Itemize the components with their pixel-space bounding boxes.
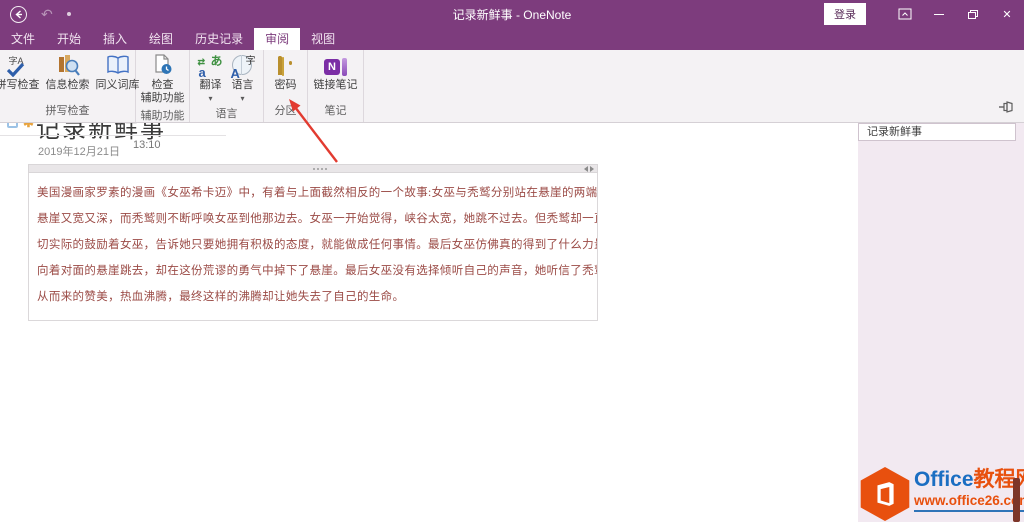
language-button[interactable]: A 字 语言 ▾ <box>227 54 259 104</box>
group-label-spelling: 拼写检查 <box>45 105 90 117</box>
tab-home[interactable]: 开始 <box>46 28 92 50</box>
ribbon-tabs: 文件 开始 插入 绘图 历史记录 审阅 视图 <box>0 28 1024 50</box>
translate-icon: ⇄ あ a <box>197 54 223 80</box>
page-date: 2019年12月21日 <box>38 146 120 158</box>
tab-draw[interactable]: 绘图 <box>138 28 184 50</box>
tab-history[interactable]: 历史记录 <box>184 28 254 50</box>
password-lock-icon <box>277 56 294 76</box>
signin-button[interactable]: 登录 <box>824 3 866 25</box>
page-list-panel: 记录新鲜事 <box>858 123 1024 522</box>
accessibility-checker-icon <box>153 53 173 81</box>
page-canvas[interactable]: ✱ 记录新鲜事 2019年12月21日 13:10 美国漫画家罗素的漫画《女巫希… <box>0 123 858 522</box>
check-accessibility-label-2: 辅助功能 <box>140 92 185 104</box>
onenote-window: ↶ 记录新鲜事 - OneNote 登录 ✕ 文件 开始 插入 绘图 历史记录 … <box>0 0 1024 522</box>
linked-notes-button[interactable]: N 链接笔记 <box>311 54 361 93</box>
note-text-line: 美国漫画家罗素的漫画《女巫希卡迈》中，有着与上面截然相反的一个故事:女巫与秃鹫分… <box>37 187 598 199</box>
watermark: Office教程网 www.office26.com <box>856 466 1024 522</box>
office-tutorial-logo-icon <box>860 467 910 521</box>
note-text-line: 向着对面的悬崖跳去，却在这份荒谬的勇气中掉下了悬崖。最后女巫没有选择倾听自己的声… <box>37 265 598 277</box>
password-button[interactable]: 密码 <box>272 54 300 93</box>
note-body[interactable]: 美国漫画家罗素的漫画《女巫希卡迈》中，有着与上面截然相反的一个故事:女巫与秃鹫分… <box>28 173 598 321</box>
clipped-tag-icon: ✱ <box>23 123 34 131</box>
ribbon-group-section: 密码 分区 <box>264 50 308 122</box>
minimize-button[interactable] <box>922 0 956 28</box>
onenote-logo-icon: N <box>324 58 347 76</box>
group-label-language: 语言 <box>215 108 238 120</box>
translate-dropdown-icon[interactable]: ▾ <box>208 94 212 103</box>
note-text-line: 悬崖又宽又深，而秃鹫则不断呼唤女巫到他那边去。女巫一开始觉得，峡谷太宽，她跳不过… <box>37 213 598 225</box>
restore-button[interactable] <box>956 0 990 28</box>
move-handle-icon[interactable] <box>313 168 315 170</box>
thesaurus-button[interactable]: 同义词库 <box>93 54 143 93</box>
watermark-red-bar <box>1013 478 1020 522</box>
research-button[interactable]: 信息检索 <box>43 54 93 93</box>
check-accessibility-button[interactable]: 检查 辅助功能 <box>138 53 188 106</box>
clipped-notebook-icon <box>7 123 18 128</box>
language-icon: A 字 <box>230 55 256 81</box>
password-label: 密码 <box>274 79 297 91</box>
ribbon-group-language: ⇄ あ a 翻译 ▾ A 字 语言 ▾ 语言 <box>190 50 264 122</box>
tab-review[interactable]: 审阅 <box>254 28 301 50</box>
title-divider <box>0 135 226 136</box>
titlebar: ↶ 记录新鲜事 - OneNote 登录 ✕ <box>0 0 1024 28</box>
spell-check-label: 拼写检查 <box>0 79 40 91</box>
tab-view[interactable]: 视图 <box>300 28 346 50</box>
group-label-notes: 笔记 <box>324 105 347 117</box>
watermark-url: www.office26.com <box>914 492 1024 512</box>
note-text-line: 从而来的赞美，热血沸腾，最终这样的沸腾却让她失去了自己的生命。 <box>37 291 405 303</box>
translate-label: 翻译 <box>199 79 222 91</box>
page-tab-item[interactable]: 记录新鲜事 <box>858 123 1016 141</box>
research-label: 信息检索 <box>45 79 90 91</box>
ribbon-group-spelling: 字A 拼写检查 信息检索 同义词库 拼写检查 <box>0 50 140 122</box>
watermark-brand: Office教程网 <box>914 468 1024 492</box>
watermark-brand-en: Office <box>914 468 974 491</box>
resize-horizontal-icon[interactable] <box>584 166 594 172</box>
ribbon: 字A 拼写检查 信息检索 同义词库 拼写检查 检查 辅助功能 辅助功能 ⇄ あ … <box>0 50 1024 123</box>
note-container-header[interactable] <box>28 164 598 173</box>
ribbon-display-options-icon[interactable] <box>888 0 922 28</box>
check-accessibility-label-1: 检查 <box>151 79 174 91</box>
page-time: 13:10 <box>133 139 161 151</box>
ribbon-group-accessibility: 检查 辅助功能 辅助功能 <box>136 50 190 122</box>
thesaurus-icon <box>106 55 130 80</box>
spell-check-button[interactable]: 字A 拼写检查 <box>0 54 43 93</box>
tab-insert[interactable]: 插入 <box>92 28 138 50</box>
close-button[interactable]: ✕ <box>990 0 1024 28</box>
tab-file[interactable]: 文件 <box>0 28 46 50</box>
window-controls: 登录 ✕ <box>824 0 1024 28</box>
note-container[interactable]: 美国漫画家罗素的漫画《女巫希卡迈》中，有着与上面截然相反的一个故事:女巫与秃鹫分… <box>28 164 598 321</box>
note-text-line: 切实际的鼓励着女巫，告诉她只要她拥有积极的态度，就能做成任何事情。最后女巫仿佛真… <box>37 239 598 251</box>
ribbon-group-notes: N 链接笔记 笔记 <box>308 50 364 122</box>
research-icon <box>56 54 80 81</box>
linked-notes-label: 链接笔记 <box>313 79 358 91</box>
translate-button[interactable]: ⇄ あ a 翻译 ▾ <box>195 54 227 104</box>
spell-check-icon: 字A <box>6 55 30 79</box>
language-dropdown-icon[interactable]: ▾ <box>240 94 244 103</box>
group-label-section: 分区 <box>274 105 297 117</box>
thesaurus-label: 同义词库 <box>95 79 140 91</box>
pin-pane-icon[interactable] <box>998 100 1014 118</box>
